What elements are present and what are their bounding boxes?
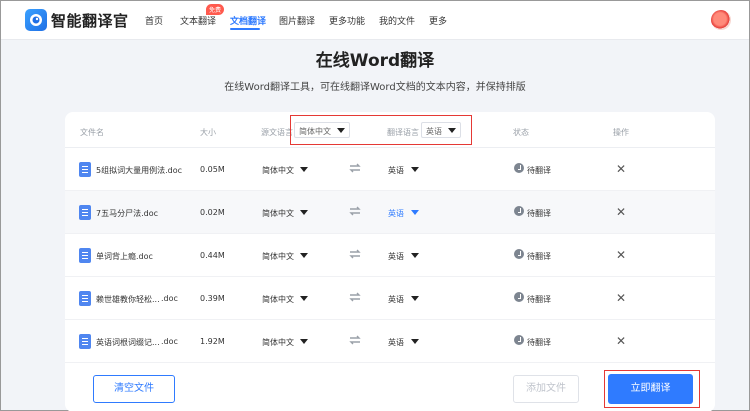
chevron-down-icon[interactable]: [411, 339, 419, 344]
nav-my-files[interactable]: 我的文件: [379, 14, 415, 27]
source-lang-select[interactable]: 简体中文: [262, 165, 294, 176]
word-doc-icon: [79, 205, 91, 220]
word-doc-icon: [79, 162, 91, 177]
swap-icon[interactable]: [349, 291, 361, 303]
table-row: 英语词根词缀记... .doc 1.92M 简体中文 英语 待翻译 ✕: [65, 320, 715, 363]
swap-icon[interactable]: [349, 162, 361, 174]
status-text: 待翻译: [527, 166, 551, 175]
col-action: 操作: [613, 128, 629, 137]
col-size: 大小: [200, 128, 216, 137]
table-row: 5组拟词大量用例法.doc 0.05M 简体中文 英语 待翻译 ✕: [65, 148, 715, 191]
source-lang-select[interactable]: 简体中文: [262, 294, 294, 305]
user-avatar[interactable]: [711, 10, 731, 30]
file-name: 赖世雄教你轻松...: [96, 295, 160, 304]
file-name: 英语词根词缀记...: [96, 338, 160, 347]
file-ext: .doc: [161, 294, 178, 303]
clock-icon: [514, 292, 524, 302]
source-lang-select[interactable]: 简体中文: [262, 208, 294, 219]
nav-more-features[interactable]: 更多功能: [329, 14, 365, 27]
target-lang-select[interactable]: 英语: [388, 165, 404, 176]
file-table-card: 文件名 大小 源文语言 简体中文 翻译语言 英语 状态 操作 5组拟词大量用例法…: [65, 112, 715, 411]
swap-icon[interactable]: [349, 334, 361, 346]
close-icon[interactable]: ✕: [616, 335, 626, 347]
target-lang-select[interactable]: 英语: [388, 337, 404, 348]
file-size: 0.05M: [200, 165, 225, 174]
add-file-button[interactable]: 添加文件: [513, 375, 579, 403]
table-header: 文件名 大小 源文语言 简体中文 翻译语言 英语 状态 操作: [65, 112, 715, 148]
word-doc-icon: [79, 334, 91, 349]
chevron-down-icon[interactable]: [411, 296, 419, 301]
translate-now-button[interactable]: 立即翻译: [608, 374, 693, 404]
file-ext: .doc: [161, 337, 178, 346]
chevron-down-icon[interactable]: [300, 253, 308, 258]
clock-icon: [514, 335, 524, 345]
top-header: 智能翻译官 首页 文本翻译 文档翻译 图片翻译 更多功能 我的文件 更多 免费: [1, 1, 749, 40]
nav-doc-translate[interactable]: 文档翻译: [230, 14, 266, 27]
col-source-lang: 源文语言: [261, 128, 293, 137]
nav-active-underline: [230, 28, 260, 30]
file-name: 单词背上瘾.doc: [96, 252, 153, 261]
chevron-down-icon[interactable]: [411, 167, 419, 172]
chevron-down-icon[interactable]: [411, 253, 419, 258]
status-text: 待翻译: [527, 252, 551, 261]
clear-files-button[interactable]: 清空文件: [93, 375, 175, 403]
target-lang-select[interactable]: 英语: [388, 294, 404, 305]
page-subtitle: 在线Word翻译工具，可在线翻译Word文档的文本内容，并保持排版: [224, 82, 526, 93]
app-logo-icon: [25, 9, 47, 31]
table-row: 单词背上瘾.doc 0.44M 简体中文 英语 待翻译 ✕: [65, 234, 715, 277]
source-lang-select[interactable]: 简体中文: [262, 337, 294, 348]
chevron-down-icon[interactable]: [411, 210, 419, 215]
close-icon[interactable]: ✕: [616, 292, 626, 304]
col-status: 状态: [513, 128, 529, 137]
file-size: 0.02M: [200, 208, 225, 217]
language-highlight-box: [290, 115, 472, 145]
clock-icon: [514, 249, 524, 259]
word-doc-icon: [79, 291, 91, 306]
close-icon[interactable]: ✕: [616, 249, 626, 261]
nav-more[interactable]: 更多: [429, 14, 447, 27]
file-name: 7五马分尸法.doc: [96, 209, 159, 218]
swap-icon[interactable]: [349, 205, 361, 217]
nav-text-translate[interactable]: 文本翻译: [180, 14, 216, 27]
file-size: 1.92M: [200, 337, 225, 346]
chevron-down-icon[interactable]: [300, 339, 308, 344]
table-row: 赖世雄教你轻松... .doc 0.39M 简体中文 英语 待翻译 ✕: [65, 277, 715, 320]
word-doc-icon: [79, 248, 91, 263]
nav-home[interactable]: 首页: [145, 14, 163, 27]
close-icon[interactable]: ✕: [616, 206, 626, 218]
table-row: 7五马分尸法.doc 0.02M 简体中文 英语 待翻译 ✕: [65, 191, 715, 234]
chevron-down-icon[interactable]: [300, 210, 308, 215]
clock-icon: [514, 206, 524, 216]
status-text: 待翻译: [527, 209, 551, 218]
free-badge: 免费: [206, 4, 225, 15]
chevron-down-icon[interactable]: [300, 167, 308, 172]
file-size: 0.39M: [200, 294, 225, 303]
nav-image-translate[interactable]: 图片翻译: [279, 14, 315, 27]
chevron-down-icon[interactable]: [300, 296, 308, 301]
status-text: 待翻译: [527, 295, 551, 304]
page-title: 在线Word翻译: [315, 51, 435, 71]
col-filename: 文件名: [80, 128, 104, 137]
swap-icon[interactable]: [349, 248, 361, 260]
target-lang-select[interactable]: 英语: [388, 251, 404, 262]
target-lang-select[interactable]: 英语: [388, 208, 404, 219]
clock-icon: [514, 163, 524, 173]
app-name[interactable]: 智能翻译官: [51, 10, 129, 31]
status-text: 待翻译: [527, 338, 551, 347]
file-name: 5组拟词大量用例法.doc: [96, 166, 183, 175]
close-icon[interactable]: ✕: [616, 163, 626, 175]
file-size: 0.44M: [200, 251, 225, 260]
source-lang-select[interactable]: 简体中文: [262, 251, 294, 262]
